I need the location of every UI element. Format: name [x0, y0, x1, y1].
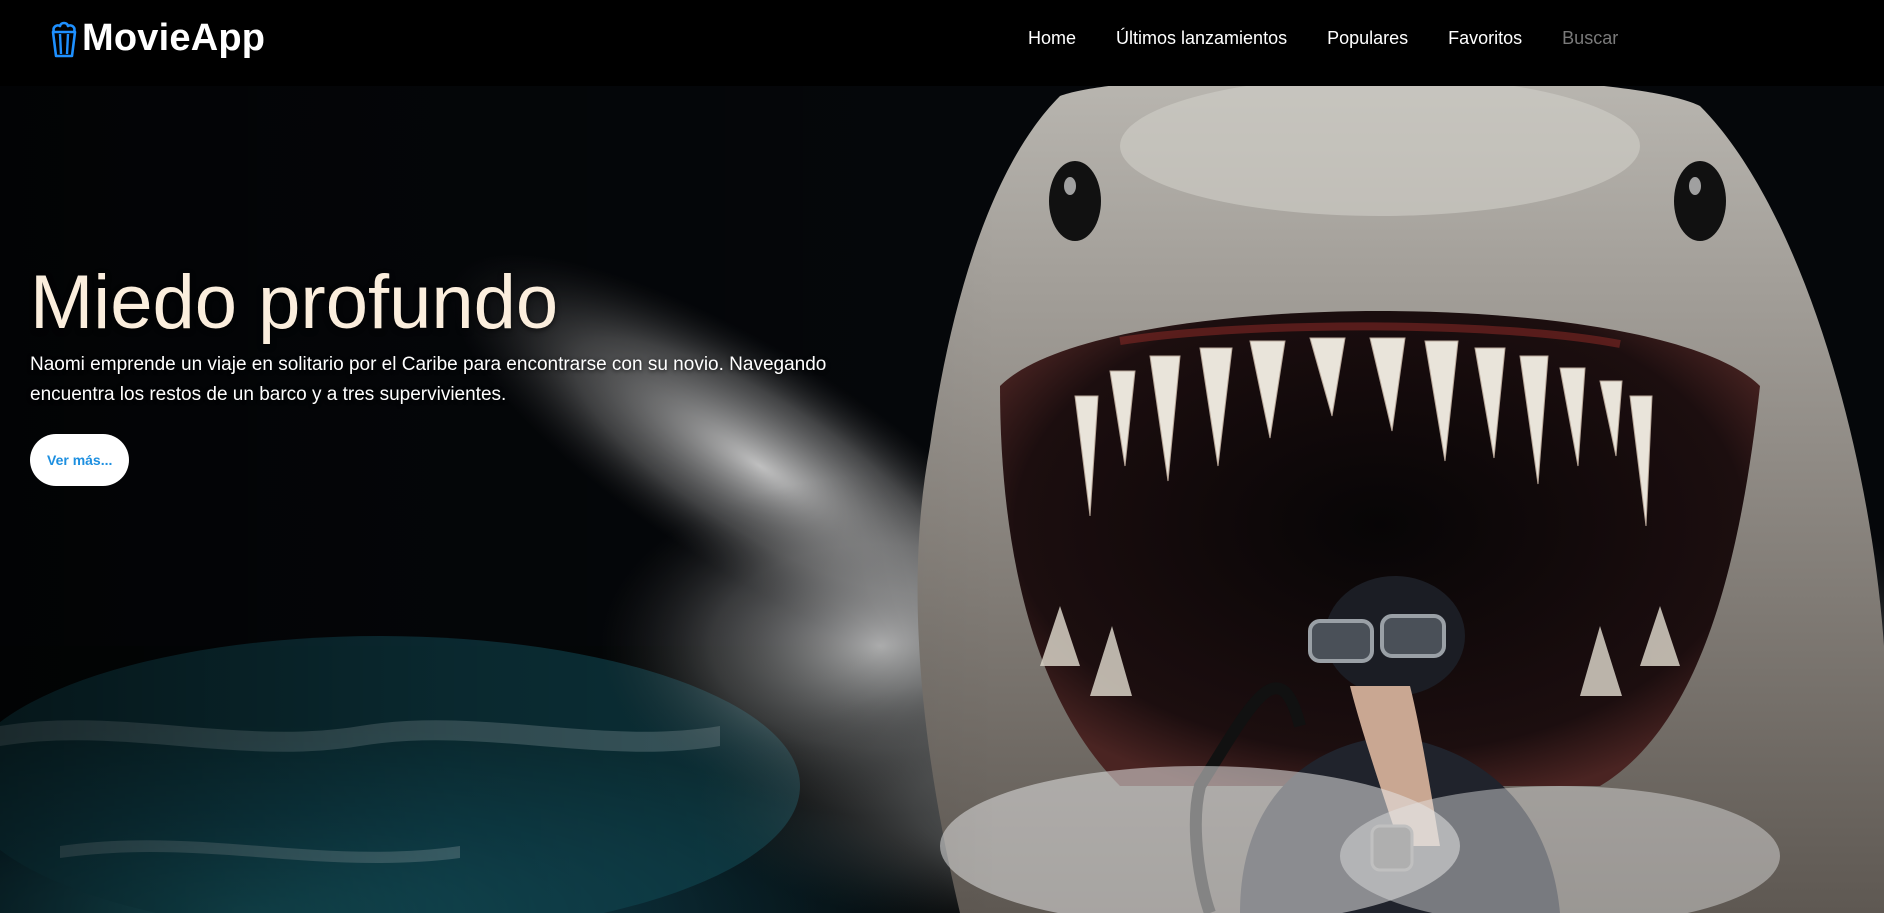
see-more-button[interactable]: Ver más...	[30, 434, 130, 486]
movie-description: Naomi emprende un viaje en solitario por…	[30, 354, 827, 405]
nav-item-home: Home	[1028, 28, 1076, 49]
navbar: MovieApp Home Últimos lanzamientos Popul…	[0, 0, 1884, 86]
nav-item-favorites: Favoritos	[1448, 28, 1522, 49]
hero-banner: Miedo profundo Naomi emprende un viaje e…	[0, 86, 1884, 913]
nav-item-popular: Populares	[1327, 28, 1408, 49]
nav-link-popular[interactable]: Populares	[1327, 28, 1408, 48]
nav-link-home[interactable]: Home	[1028, 28, 1076, 48]
nav-link-favorites[interactable]: Favoritos	[1448, 28, 1522, 48]
nav-link-search[interactable]: Buscar	[1562, 28, 1618, 48]
nav-item-search: Buscar	[1562, 28, 1618, 49]
main-nav: Home Últimos lanzamientos Populares Favo…	[1028, 28, 1658, 49]
brand-link[interactable]: MovieApp	[48, 17, 265, 60]
nav-link-latest[interactable]: Últimos lanzamientos	[1116, 28, 1287, 48]
hero-background-image	[0, 86, 1884, 913]
movie-title: Miedo profundo	[30, 260, 559, 345]
nav-item-latest: Últimos lanzamientos	[1116, 28, 1287, 49]
popcorn-icon	[51, 21, 77, 57]
hero-content: Miedo profundo Naomi emprende un viaje e…	[30, 262, 910, 486]
brand-name: MovieApp	[82, 17, 266, 59]
